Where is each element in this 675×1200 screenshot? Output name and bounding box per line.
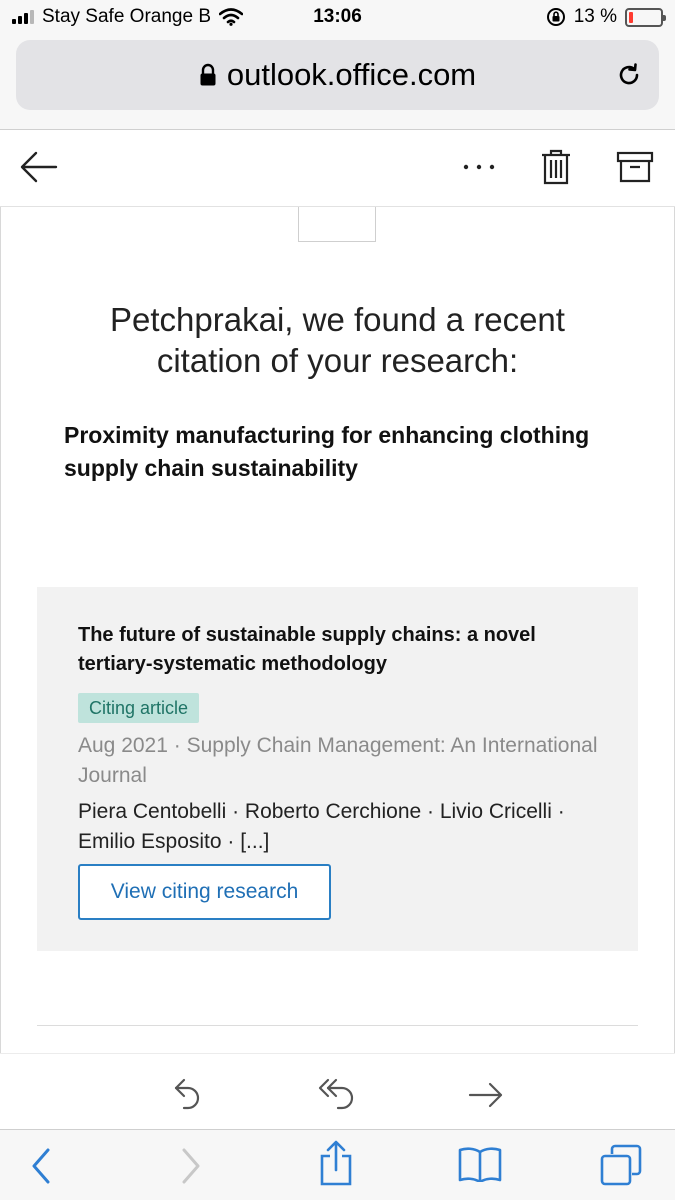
more-options-icon[interactable] — [462, 163, 496, 171]
citing-article-card: The future of sustainable supply chains:… — [37, 587, 638, 951]
reply-all-icon[interactable] — [318, 1076, 358, 1110]
view-citing-research-button[interactable]: View citing research — [78, 864, 331, 920]
cited-paper-title: Proximity manufacturing for enhancing cl… — [64, 422, 590, 481]
url-text[interactable]: outlook.office.com — [227, 57, 476, 93]
browser-forward-icon — [182, 1148, 200, 1184]
mail-toolbar — [0, 131, 675, 207]
forward-icon[interactable] — [468, 1082, 504, 1108]
citing-article-authors: Piera Centobelli · Roberto Cerchione · L… — [78, 800, 565, 853]
battery-fill — [629, 11, 633, 23]
reply-bar — [0, 1053, 675, 1129]
address-bar[interactable]: outlook.office.com — [16, 40, 659, 110]
citing-article-title[interactable]: The future of sustainable supply chains:… — [78, 621, 598, 679]
delete-icon[interactable] — [540, 149, 572, 185]
reload-icon[interactable] — [615, 61, 643, 89]
browser-back-icon[interactable] — [30, 1148, 52, 1184]
safari-toolbar — [0, 1129, 675, 1200]
battery-icon — [625, 7, 666, 27]
lock-icon — [200, 63, 216, 86]
citing-article-meta: Aug 2021 · Supply Chain Management: An I… — [78, 734, 598, 787]
logo-placeholder — [298, 207, 376, 242]
content-divider — [37, 1025, 638, 1026]
citing-article-badge: Citing article — [78, 693, 200, 723]
back-arrow-icon[interactable] — [20, 151, 58, 183]
battery-percent: 13 % — [573, 6, 617, 27]
url-display[interactable]: outlook.office.com — [16, 40, 659, 110]
status-right: 13 % — [546, 6, 666, 28]
bookmarks-icon[interactable] — [458, 1146, 502, 1182]
tabs-icon[interactable] — [600, 1144, 642, 1186]
orientation-lock-icon — [546, 8, 565, 26]
email-headline: Petchprakai, we found a recent citation … — [110, 301, 565, 379]
browser-address-area: outlook.office.com — [0, 36, 675, 130]
email-body: Petchprakai, we found a recent citation … — [0, 207, 675, 1053]
archive-icon[interactable] — [616, 151, 654, 183]
reply-icon[interactable] — [172, 1076, 204, 1110]
status-bar: Stay Safe Orange B 13:06 13 % — [0, 0, 675, 36]
share-icon[interactable] — [318, 1140, 354, 1186]
